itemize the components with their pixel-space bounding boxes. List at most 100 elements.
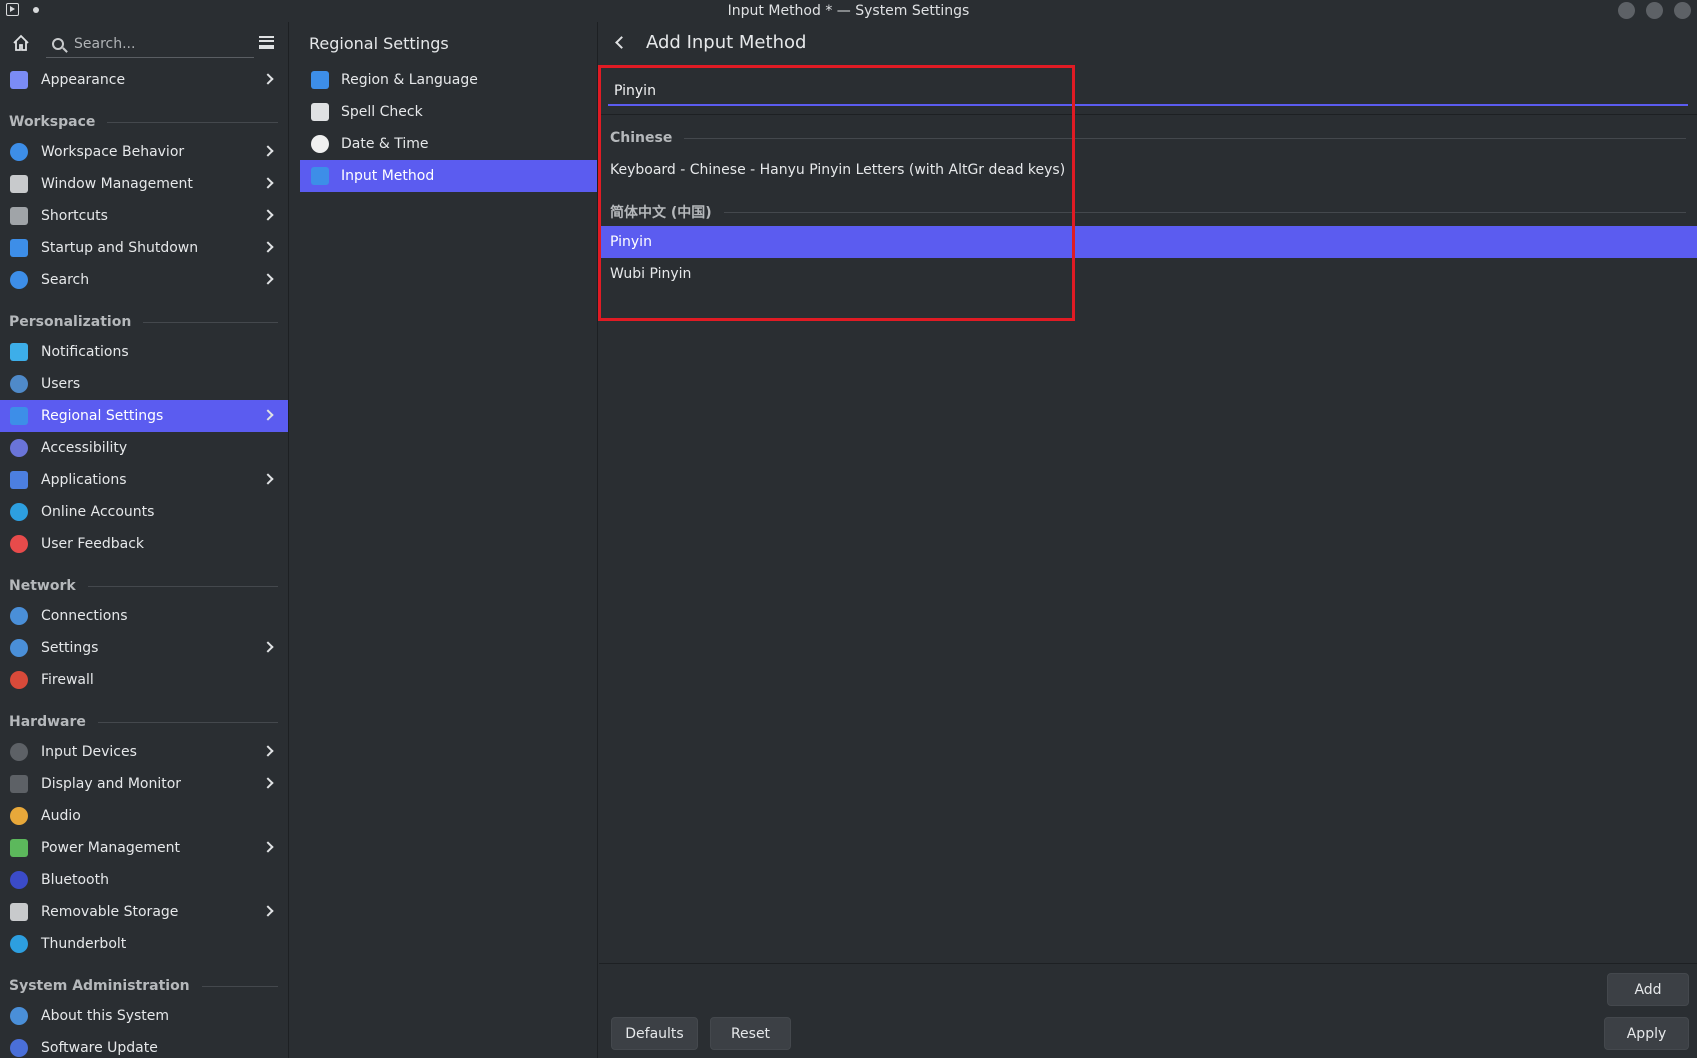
sidebar-item-software-update[interactable]: Software Update (0, 1032, 288, 1058)
search-icon (10, 271, 28, 289)
sidebar-item-accessibility[interactable]: Accessibility (0, 432, 288, 464)
regional-settings-column: Regional Settings Region & Language Spell… (300, 22, 598, 1058)
sidebar-item-label: Search (41, 272, 90, 288)
display-icon (10, 775, 28, 793)
divider (97, 722, 278, 723)
window-title: Input Method * — System Settings (727, 3, 970, 19)
hamburger-menu-icon[interactable] (259, 36, 274, 49)
defaults-button[interactable]: Defaults (611, 1017, 698, 1050)
list-item-label: Pinyin (610, 234, 652, 250)
list-item[interactable]: Wubi Pinyin (599, 258, 1697, 290)
sidebar-section-header: Hardware (0, 696, 288, 736)
midcol-list: Region & Language Spell Check Date & Time I… (300, 64, 597, 192)
sidebar-item-network-settings[interactable]: Settings (0, 632, 288, 664)
sidebar-section-header: System Administration (0, 960, 288, 1000)
midcol-item-label: Region & Language (341, 72, 478, 88)
sidebar-item-applications[interactable]: Applications (0, 464, 288, 496)
sidebar-item-startup[interactable]: Startup and Shutdown (0, 232, 288, 264)
chevron-right-icon (262, 841, 274, 853)
midcol-item-clock[interactable]: Date & Time (300, 128, 597, 160)
sidebar-item-connections[interactable]: Connections (0, 600, 288, 632)
divider (599, 114, 1697, 115)
input-method-search[interactable] (608, 78, 1688, 106)
sidebar-item-workspace-behavior[interactable]: Workspace Behavior (0, 136, 288, 168)
sidebar-item-firewall[interactable]: Firewall (0, 664, 288, 696)
sidebar-item-label: Thunderbolt (41, 936, 127, 952)
list-item-label: Wubi Pinyin (610, 266, 692, 282)
midcol-item-spell-check[interactable]: Spell Check (300, 96, 597, 128)
close-button[interactable] (1674, 2, 1691, 19)
sidebar-item-bluetooth[interactable]: Bluetooth (0, 864, 288, 896)
sidebar-item-about[interactable]: About this System (0, 1000, 288, 1032)
sidebar-section-header: Workspace (0, 96, 288, 136)
sidebar-item-label: About this System (41, 1008, 170, 1024)
keep-above-icon[interactable] (33, 6, 39, 13)
divider (599, 963, 1697, 964)
sidebar-item-label: Appearance (41, 72, 126, 88)
sidebar-item-label: Settings (41, 640, 99, 656)
group-header-label: 简体中文 (中国) (610, 205, 712, 221)
chevron-right-icon (262, 241, 274, 253)
midcol-item-input-method[interactable]: Input Method (300, 160, 597, 192)
sidebar-item-window-management[interactable]: Window Management (0, 168, 288, 200)
home-icon[interactable] (12, 34, 30, 52)
sidebar-item-notifications[interactable]: Notifications (0, 336, 288, 368)
sidebar-item-audio[interactable]: Audio (0, 800, 288, 832)
apply-button[interactable]: Apply (1604, 1017, 1689, 1050)
chevron-right-icon (262, 745, 274, 757)
thunderbolt-icon (10, 935, 28, 953)
sidebar-item-label: User Feedback (41, 536, 145, 552)
sidebar-item-battery[interactable]: Power Management (0, 832, 288, 864)
input-method-icon (311, 167, 329, 185)
user-feedback-icon (10, 535, 28, 553)
add-button[interactable]: Add (1607, 973, 1689, 1006)
chevron-right-icon (262, 777, 274, 789)
sidebar-item-label: Applications (41, 472, 127, 488)
sidebar-search-input[interactable] (72, 34, 242, 53)
divider (684, 137, 1686, 139)
sidebar-search[interactable] (46, 30, 254, 58)
regional-settings-icon (10, 407, 28, 425)
sidebar-item-appearance[interactable]: Appearance (0, 64, 288, 96)
input-method-search-input[interactable] (612, 82, 1688, 100)
software-update-icon (10, 1039, 28, 1057)
divider (107, 122, 278, 123)
removable-storage-icon (10, 903, 28, 921)
sidebar-item-label: Power Management (41, 840, 181, 856)
app-menu-icon[interactable] (6, 3, 19, 16)
sidebar-item-display[interactable]: Display and Monitor (0, 768, 288, 800)
maximize-button[interactable] (1646, 2, 1663, 19)
sidebar-item-keyboard[interactable]: Shortcuts (0, 200, 288, 232)
sidebar-item-online-accounts[interactable]: Online Accounts (0, 496, 288, 528)
list-item-selected[interactable]: Pinyin (599, 226, 1697, 258)
sidebar-item-users[interactable]: Users (0, 368, 288, 400)
sidebar-item-removable-storage[interactable]: Removable Storage (0, 896, 288, 928)
sidebar-header (0, 22, 288, 64)
search-icon (52, 37, 64, 50)
region-language-icon (311, 71, 329, 89)
sidebar-item-label: Workspace Behavior (41, 144, 185, 160)
section-label: Personalization (9, 314, 132, 330)
sidebar-item-label: Regional Settings (41, 408, 164, 424)
sidebar-item-label: Startup and Shutdown (41, 240, 199, 256)
sidebar-item-mouse[interactable]: Input Devices (0, 736, 288, 768)
sidebar-item-thunderbolt[interactable]: Thunderbolt (0, 928, 288, 960)
reset-button[interactable]: Reset (710, 1017, 791, 1050)
sidebar-item-label: Shortcuts (41, 208, 108, 224)
sidebar-item-user-feedback[interactable]: User Feedback (0, 528, 288, 560)
divider (723, 211, 1686, 213)
section-label: Hardware (9, 714, 86, 730)
sidebar-item-search[interactable]: Search (0, 264, 288, 296)
firewall-icon (10, 671, 28, 689)
midcol-item-region-language[interactable]: Region & Language (300, 64, 597, 96)
back-arrow-icon[interactable] (615, 36, 628, 49)
sidebar-item-label: Removable Storage (41, 904, 179, 920)
minimize-button[interactable] (1618, 2, 1635, 19)
list-item[interactable]: Keyboard - Chinese - Hanyu Pinyin Letter… (599, 154, 1697, 186)
spell-check-icon (311, 103, 329, 121)
audio-icon (10, 807, 28, 825)
chevron-right-icon (262, 473, 274, 485)
divider (87, 586, 278, 587)
sidebar-item-regional-settings[interactable]: Regional Settings (0, 400, 288, 432)
sidebar-item-label: Software Update (41, 1040, 158, 1056)
